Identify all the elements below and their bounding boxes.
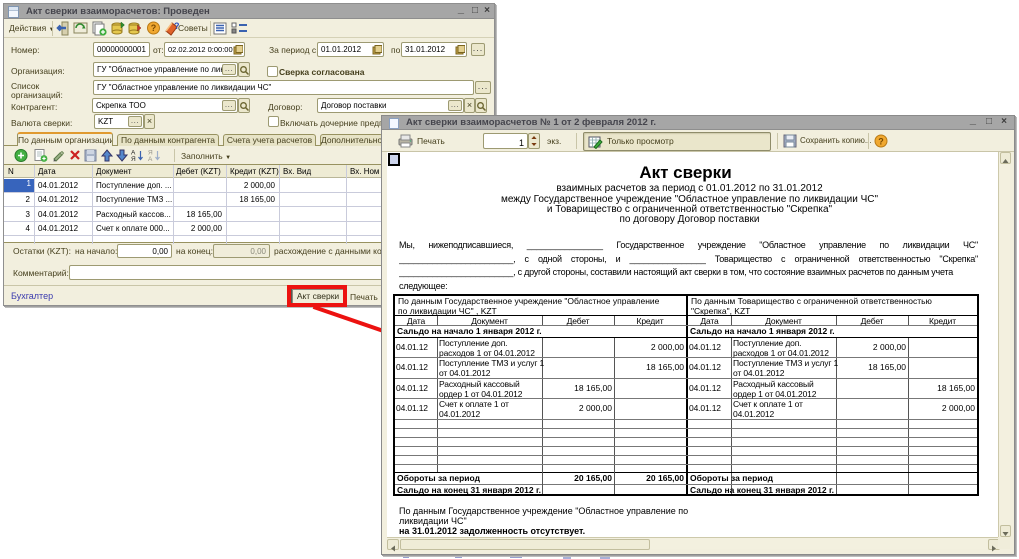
svg-text:?: ? [151, 23, 157, 33]
svg-text:А: А [148, 156, 153, 163]
svg-text:Я: Я [131, 156, 136, 163]
svg-text:?: ? [878, 137, 884, 147]
